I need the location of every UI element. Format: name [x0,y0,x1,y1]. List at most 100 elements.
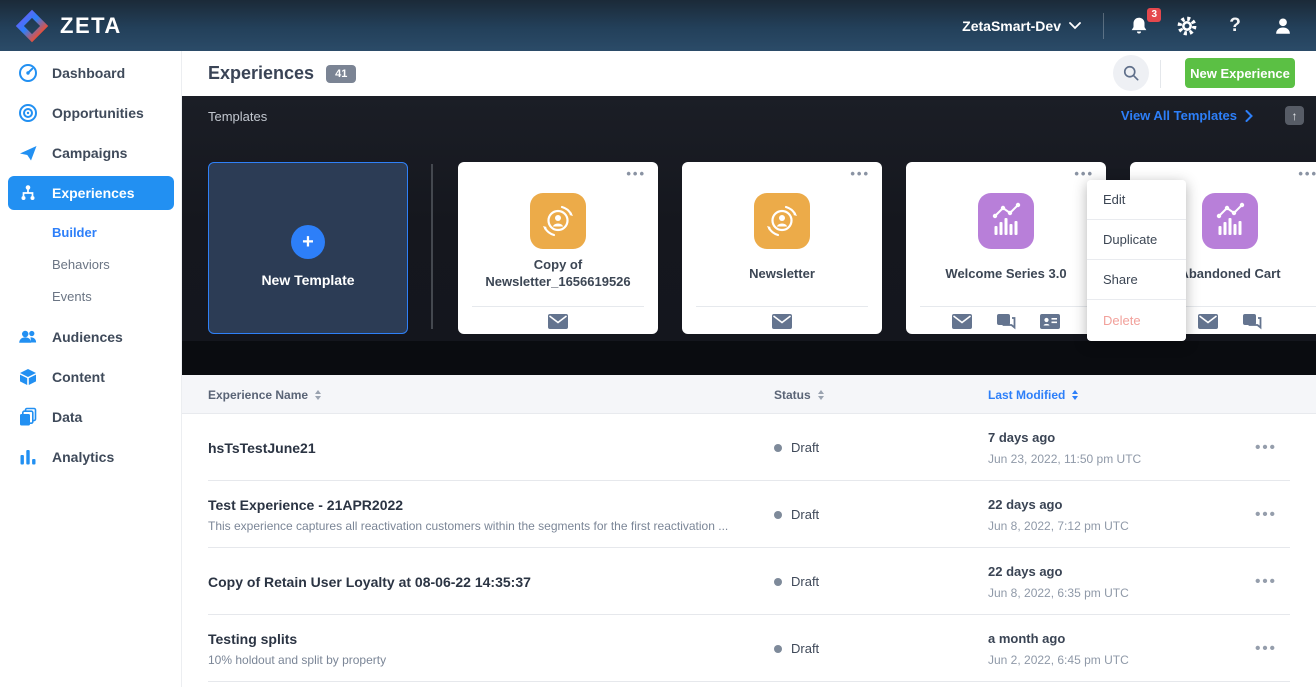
analytics-template-icon [978,193,1034,249]
card-menu-icon[interactable]: ••• [1298,166,1316,181]
experience-name[interactable]: Testing splits [208,631,748,647]
sort-icon [1072,390,1078,400]
status-label: Draft [791,641,819,656]
retention-template-icon [530,193,586,249]
experience-name[interactable]: Test Experience - 21APR2022 [208,497,748,513]
context-menu-edit[interactable]: Edit [1087,180,1186,220]
sidebar-item-audiences[interactable]: Audiences [8,320,174,354]
template-name: Newsletter [694,254,870,294]
settings-gear-icon[interactable] [1174,13,1200,39]
experiences-table-header: Experience Name Status Last Modified [182,375,1316,414]
zeta-brand[interactable]: ZETA [14,8,122,44]
row-divider [208,681,1290,682]
notification-count-badge: 3 [1147,8,1161,22]
email-channel-icon [1198,314,1218,329]
card-menu-icon[interactable]: ••• [1074,166,1094,181]
row-actions-menu-icon[interactable]: ••• [1242,548,1290,615]
sidebar-item-label: Opportunities [52,105,144,121]
modified-relative: 7 days ago [988,430,1141,445]
sidebar-subitem-events[interactable]: Events [52,286,92,306]
context-menu-delete[interactable]: Delete [1087,300,1186,340]
sidebar-item-content[interactable]: Content [8,360,174,394]
page-header: Experiences 41 New Experience [182,51,1316,96]
search-button[interactable] [1113,55,1149,91]
page-title: Experiences [208,63,314,84]
sidebar-item-label: Analytics [52,449,114,465]
sidebar-subitem-builder[interactable]: Builder [52,222,97,242]
account-dropdown[interactable]: ZetaSmart-Dev [962,18,1081,34]
view-all-templates-link[interactable]: View All Templates [1121,108,1253,123]
help-icon[interactable]: ? [1222,13,1248,39]
retention-template-icon [754,193,810,249]
header-divider [1160,60,1161,88]
brand-name: ZETA [60,13,122,39]
sidebar-item-campaigns[interactable]: Campaigns [8,136,174,170]
column-header-experience-name[interactable]: Experience Name [208,375,321,414]
email-channel-icon [772,314,792,329]
template-card[interactable]: ••• Welcome Series 3.0 [906,162,1106,334]
sidebar-item-analytics[interactable]: Analytics [8,440,174,474]
sidebar-item-opportunities[interactable]: Opportunities [8,96,174,130]
chat-channel-icon [996,313,1016,331]
table-row[interactable]: Test Experience - 21APR2022 This experie… [182,481,1316,548]
dashboard-icon [18,63,38,83]
row-actions-menu-icon[interactable]: ••• [1242,414,1290,481]
status-label: Draft [791,440,819,455]
table-row[interactable]: Copy of Retain User Loyalty at 08-06-22 … [182,548,1316,615]
experience-description: This experience captures all reactivatio… [208,519,748,533]
modified-relative: a month ago [988,631,1129,646]
experiences-flow-icon [18,183,38,203]
data-documents-icon [18,407,38,427]
modified-date: Jun 2, 2022, 6:45 pm UTC [988,653,1129,667]
row-actions-menu-icon[interactable]: ••• [1242,615,1290,682]
experience-name[interactable]: hsTsTestJune21 [208,440,748,456]
status-dot [774,444,782,452]
templates-panel: Templates View All Templates ↑ + New Tem… [182,96,1316,375]
card-menu-icon[interactable]: ••• [626,166,646,181]
table-row[interactable]: hsTsTestJune21 Draft 7 days ago Jun 23, … [182,414,1316,481]
table-row[interactable]: Testing splits 10% holdout and split by … [182,615,1316,682]
status-dot [774,578,782,586]
main-content: Experiences 41 New Experience Templates … [182,51,1316,687]
email-channel-icon [548,314,568,329]
column-header-status[interactable]: Status [774,375,824,414]
sidebar-item-label: Audiences [52,329,123,345]
collapse-panel-icon[interactable]: ↑ [1285,106,1304,125]
analytics-bars-icon [18,447,38,467]
row-actions-menu-icon[interactable]: ••• [1242,481,1290,548]
modified-date: Jun 23, 2022, 11:50 pm UTC [988,452,1141,466]
contact-card-channel-icon [1040,314,1060,329]
analytics-template-icon [1202,193,1258,249]
experience-description: 10% holdout and split by property [208,653,748,667]
context-menu-duplicate[interactable]: Duplicate [1087,220,1186,260]
template-card[interactable]: ••• Copy of Newsletter_1656619526 [458,162,658,334]
sidebar-item-dashboard[interactable]: Dashboard [8,56,174,90]
column-header-last-modified[interactable]: Last Modified [988,375,1078,414]
templates-divider [431,164,433,329]
user-profile-icon[interactable] [1270,13,1296,39]
plus-icon: + [291,225,325,259]
experience-name[interactable]: Copy of Retain User Loyalty at 08-06-22 … [208,574,748,590]
context-menu-share[interactable]: Share [1087,260,1186,300]
new-template-card[interactable]: + New Template [208,162,408,334]
card-menu-icon[interactable]: ••• [850,166,870,181]
chevron-right-icon [1245,110,1253,122]
status-label: Draft [791,507,819,522]
template-name: Welcome Series 3.0 [918,254,1094,294]
template-card[interactable]: ••• Newsletter [682,162,882,334]
campaigns-paper-plane-icon [18,143,38,163]
new-experience-button[interactable]: New Experience [1185,58,1295,88]
navbar-divider [1103,13,1104,39]
notifications-bell-icon[interactable]: 3 [1126,13,1152,39]
card-context-menu: Edit Duplicate Share Delete [1087,180,1186,341]
status-label: Draft [791,574,819,589]
template-name: Copy of Newsletter_1656619526 [470,254,646,294]
sidebar-item-experiences[interactable]: Experiences [8,176,174,210]
sidebar-item-data[interactable]: Data [8,400,174,434]
modified-relative: 22 days ago [988,564,1129,579]
email-channel-icon [952,314,972,329]
sort-icon [818,390,824,400]
sidebar-subitem-behaviors[interactable]: Behaviors [52,254,110,274]
opportunities-icon [18,103,38,123]
modified-date: Jun 8, 2022, 6:35 pm UTC [988,586,1129,600]
